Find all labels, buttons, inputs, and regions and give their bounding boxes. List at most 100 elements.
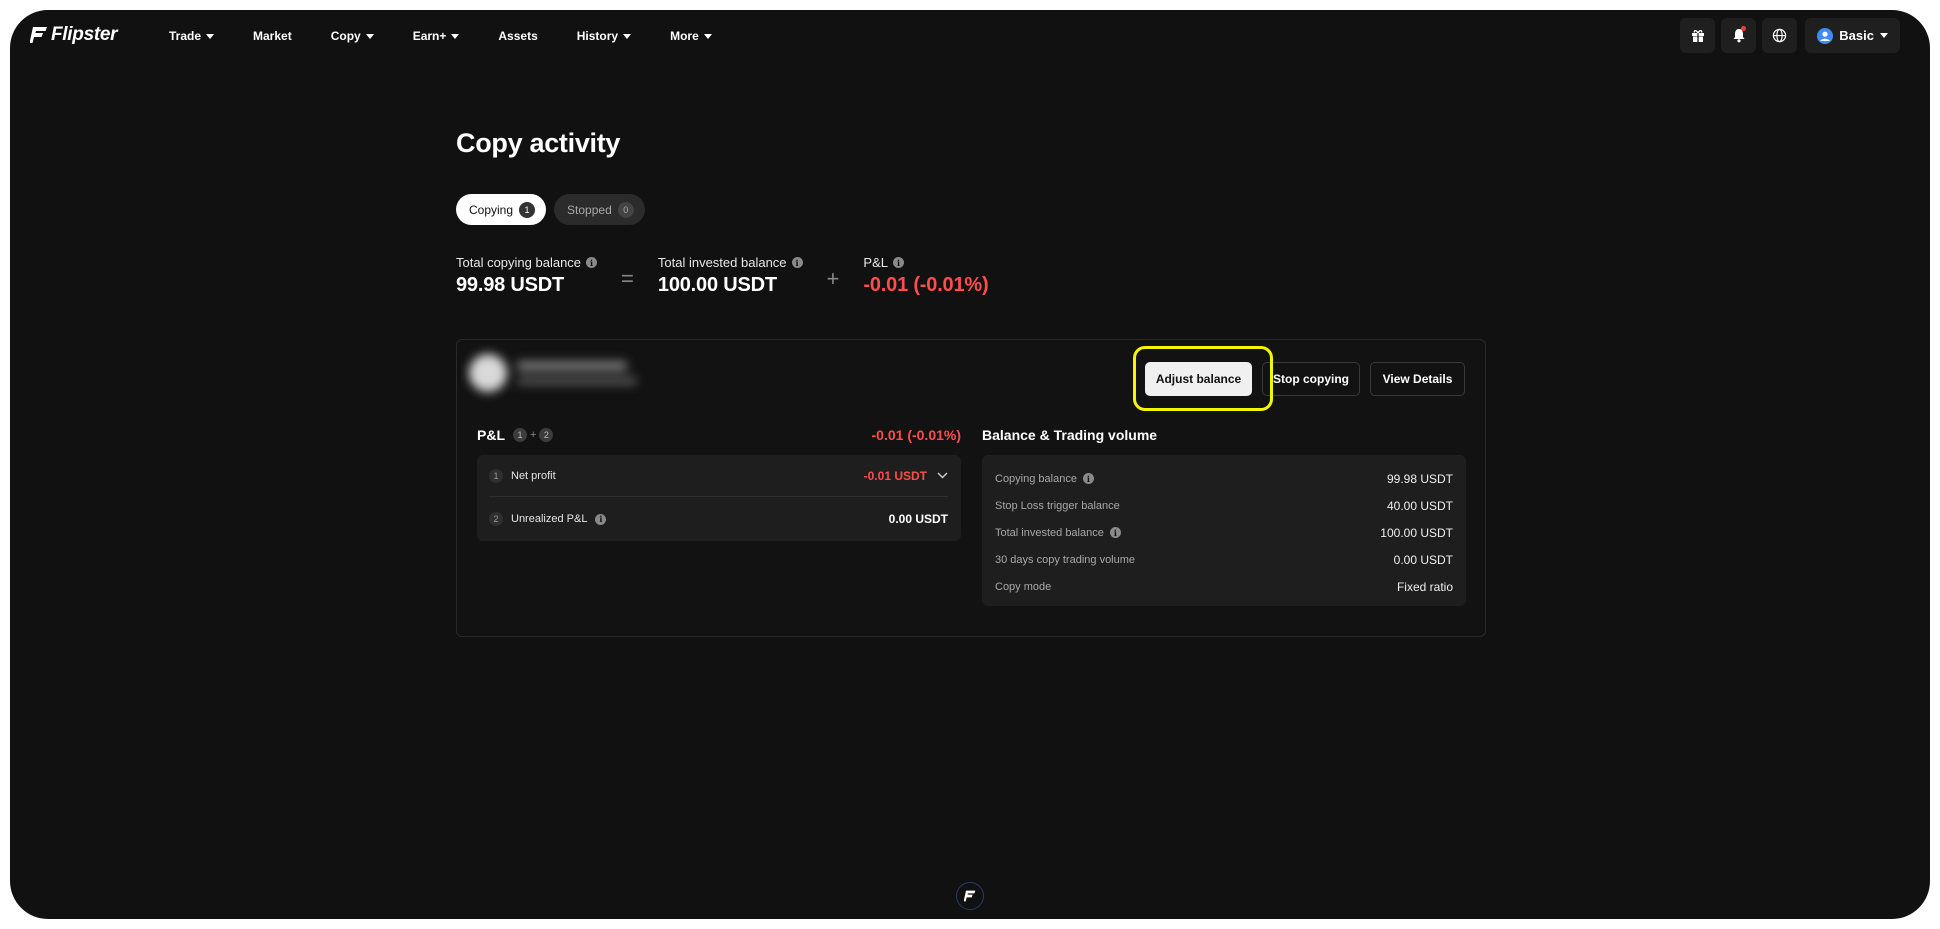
unrealized-pnl-label-group: 2 Unrealized P&L i bbox=[489, 512, 607, 526]
trader-avatar bbox=[469, 354, 507, 392]
card-actions: Adjust balance Stop copying View Details bbox=[1145, 362, 1465, 396]
nav-more-label: More bbox=[670, 29, 699, 43]
tab-stopped-count: 0 bbox=[617, 201, 634, 218]
balance-summary: Total copying balance i 99.98 USDT = Tota… bbox=[456, 254, 989, 297]
caret-down-icon bbox=[451, 33, 460, 39]
caret-down-icon bbox=[1880, 33, 1888, 38]
trader-subtitle-bar bbox=[517, 377, 637, 385]
pnl-formula: 1 + 2 bbox=[513, 428, 554, 442]
tab-copying-count: 1 bbox=[519, 201, 536, 218]
balance-row-label: Copy mode bbox=[995, 580, 1052, 593]
pnl-total-value: -0.01 (-0.01%) bbox=[871, 427, 961, 443]
row-number-badge: 1 bbox=[489, 468, 503, 483]
badge-one: 1 bbox=[513, 428, 527, 442]
unrealized-pnl-row: 2 Unrealized P&L i 0.00 USDT bbox=[489, 498, 948, 540]
unrealized-pnl-value: 0.00 USDT bbox=[888, 512, 948, 526]
balance-section-title: Balance & Trading volume bbox=[982, 427, 1158, 443]
tab-copying[interactable]: Copying 1 bbox=[456, 194, 547, 225]
info-icon[interactable]: i bbox=[586, 257, 598, 268]
pnl-title: P&L bbox=[477, 427, 505, 443]
chevron-down-icon[interactable] bbox=[937, 472, 948, 479]
status-tabs: Copying 1 Stopped 0 bbox=[456, 194, 645, 225]
pnl-plus: + bbox=[530, 429, 537, 441]
trader-info-blurred[interactable] bbox=[469, 354, 637, 392]
info-icon[interactable]: i bbox=[892, 257, 904, 268]
balance-details: Copying balance i 99.98 USDT Stop Loss tr… bbox=[982, 455, 1466, 606]
caret-down-icon bbox=[365, 33, 374, 39]
tab-stopped[interactable]: Stopped 0 bbox=[554, 194, 645, 225]
pnl-label: P&L bbox=[863, 255, 888, 270]
net-profit-value: -0.01 USDT bbox=[863, 468, 927, 483]
balance-row: Stop Loss trigger balance 40.00 USDT bbox=[995, 492, 1453, 519]
nav-copy[interactable]: Copy bbox=[331, 29, 374, 43]
trader-name-bar bbox=[517, 361, 627, 371]
nav-actions: Basic bbox=[1680, 18, 1900, 53]
main-menu: Trade Market Copy Earn+ Assets History M… bbox=[169, 10, 751, 62]
copying-balance-value: 99.98 USDT bbox=[456, 274, 565, 296]
nav-trade-label: Trade bbox=[169, 29, 202, 43]
stop-copying-button[interactable]: Stop copying bbox=[1262, 362, 1360, 396]
brand-logo[interactable]: Flipster bbox=[30, 24, 118, 46]
nav-more[interactable]: More bbox=[670, 29, 712, 43]
nav-assets[interactable]: Assets bbox=[498, 29, 537, 43]
pnl-value: -0.01 (-0.01%) bbox=[863, 274, 989, 296]
copy-position-card: Adjust balance Stop copying View Details… bbox=[456, 339, 1486, 637]
balance-row-value: 99.98 USDT bbox=[1386, 471, 1453, 486]
badge-two: 2 bbox=[539, 428, 554, 442]
balance-row-value: 0.00 USDT bbox=[1393, 552, 1453, 567]
language-button[interactable] bbox=[1762, 18, 1798, 53]
balance-row: Copying balance i 99.98 USDT bbox=[995, 465, 1453, 492]
info-icon[interactable]: i bbox=[1109, 527, 1121, 538]
copying-balance-label: Total copying balance bbox=[456, 255, 582, 270]
net-profit-value-group: -0.01 USDT bbox=[864, 469, 948, 483]
balance-row-value: 40.00 USDT bbox=[1386, 498, 1453, 513]
equals-sign: = bbox=[621, 266, 634, 291]
flipster-logo-icon bbox=[964, 890, 976, 902]
info-icon[interactable]: i bbox=[595, 513, 607, 525]
user-avatar-icon bbox=[1817, 27, 1834, 44]
nav-market[interactable]: Market bbox=[253, 29, 292, 43]
balance-row-label: 30 days copy trading volume bbox=[995, 553, 1136, 566]
account-menu-button[interactable]: Basic bbox=[1805, 18, 1900, 53]
tab-copying-label: Copying bbox=[469, 202, 514, 217]
view-details-button[interactable]: View Details bbox=[1370, 362, 1465, 396]
pnl-header: P&L 1 + 2 -0.01 (-0.01%) bbox=[477, 425, 961, 445]
balance-row-label: Stop Loss trigger balance bbox=[995, 499, 1120, 512]
nav-history[interactable]: History bbox=[576, 29, 632, 43]
info-icon[interactable]: i bbox=[1082, 473, 1094, 484]
caret-down-icon bbox=[206, 33, 215, 39]
nav-market-label: Market bbox=[253, 29, 292, 43]
gift-button[interactable] bbox=[1680, 18, 1716, 53]
net-profit-row[interactable]: 1 Net profit -0.01 USDT bbox=[489, 455, 948, 497]
adjust-balance-button[interactable]: Adjust balance bbox=[1145, 362, 1252, 396]
top-nav: Flipster Trade Market Copy Earn+ Assets … bbox=[10, 10, 1930, 62]
info-icon[interactable]: i bbox=[791, 257, 803, 268]
summary-copying-balance: Total copying balance i 99.98 USDT bbox=[456, 254, 598, 297]
page-title: Copy activity bbox=[456, 128, 621, 158]
invested-balance-value: 100.00 USDT bbox=[657, 274, 777, 296]
globe-icon bbox=[1773, 28, 1787, 43]
tab-stopped-label: Stopped bbox=[567, 202, 612, 217]
nav-earn[interactable]: Earn+ bbox=[413, 29, 460, 43]
caret-down-icon bbox=[703, 33, 712, 39]
gift-icon bbox=[1691, 29, 1704, 42]
caret-down-icon bbox=[623, 33, 632, 39]
balance-row: Total invested balance i 100.00 USDT bbox=[995, 519, 1453, 546]
account-tier-label: Basic bbox=[1839, 28, 1874, 43]
nav-history-label: History bbox=[576, 29, 619, 43]
summary-pnl: P&L i -0.01 (-0.01%) bbox=[863, 254, 988, 297]
trader-name-placeholder bbox=[517, 361, 637, 385]
nav-copy-label: Copy bbox=[330, 29, 361, 43]
notifications-button[interactable] bbox=[1721, 18, 1757, 53]
balance-row-label: Total invested balance bbox=[995, 526, 1104, 539]
pnl-breakdown: 1 Net profit -0.01 USDT 2 Unrealized P&L bbox=[477, 455, 961, 541]
unrealized-pnl-label: Unrealized P&L bbox=[511, 513, 588, 525]
net-profit-label-group: 1 Net profit bbox=[489, 468, 556, 483]
balance-row-value: 100.00 USDT bbox=[1380, 525, 1453, 540]
invested-balance-label: Total invested balance bbox=[657, 255, 787, 270]
balance-row: Copy mode Fixed ratio bbox=[995, 573, 1453, 600]
nav-assets-label: Assets bbox=[498, 29, 538, 43]
nav-trade[interactable]: Trade bbox=[169, 29, 215, 43]
row-number-badge: 2 bbox=[489, 512, 503, 526]
brand-name: Flipster bbox=[51, 24, 118, 45]
